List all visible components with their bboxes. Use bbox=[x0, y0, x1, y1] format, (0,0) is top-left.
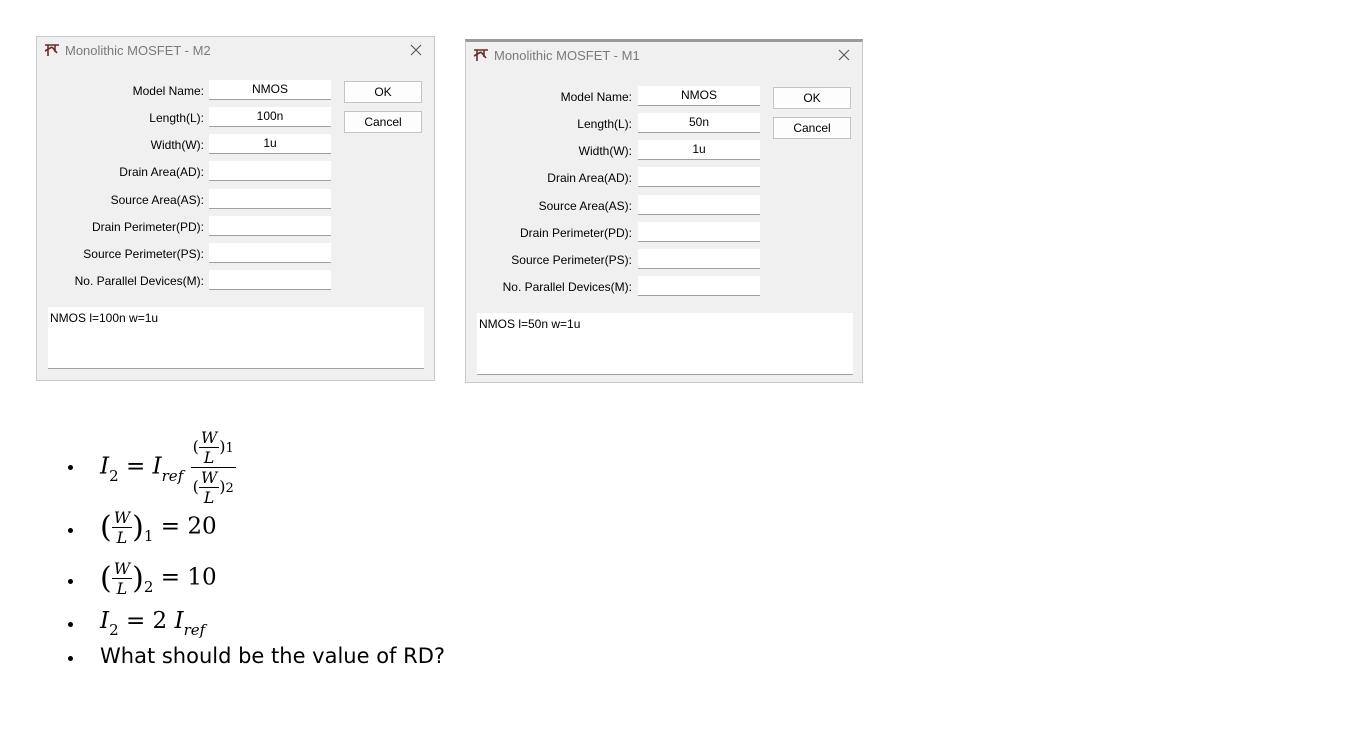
width-field[interactable]: 1u bbox=[638, 140, 760, 160]
label-source-area: Source Area(AS): bbox=[110, 193, 204, 207]
var-w: W bbox=[111, 508, 133, 528]
fraction: (W L)1 (W L)2 bbox=[190, 428, 236, 507]
close-icon[interactable] bbox=[836, 47, 852, 63]
model-name-field[interactable]: NMOS bbox=[638, 86, 760, 106]
equation-rhs: = 2 bbox=[125, 608, 168, 634]
var-w: W bbox=[111, 559, 133, 579]
paren: ) bbox=[132, 561, 144, 596]
var-i: I bbox=[152, 453, 162, 480]
drain-area-field[interactable] bbox=[638, 167, 760, 187]
parallel-devices-field[interactable] bbox=[209, 270, 331, 290]
subscript: ref bbox=[161, 466, 184, 485]
label-drain-perimeter: Drain Perimeter(PD): bbox=[519, 226, 632, 240]
bullet bbox=[68, 622, 73, 627]
subscript: 1 bbox=[225, 441, 234, 456]
label-drain-perimeter: Drain Perimeter(PD): bbox=[91, 220, 204, 234]
label-width: Width(W): bbox=[150, 138, 204, 152]
fraction-numerator: (W L)1 bbox=[190, 428, 236, 468]
cancel-button[interactable]: Cancel bbox=[344, 111, 422, 133]
dialog-mosfet-m2: Monolithic MOSFET - M2 Model Name: NMOS … bbox=[36, 36, 435, 381]
width-field[interactable]: 1u bbox=[209, 134, 331, 154]
dialog-title: Monolithic MOSFET - M1 bbox=[494, 48, 640, 63]
var-i: I bbox=[174, 608, 184, 634]
source-area-field[interactable] bbox=[209, 189, 331, 209]
label-length: Length(L): bbox=[149, 111, 204, 125]
bullet bbox=[68, 656, 73, 661]
equation-wl2: (W L)2 = 10 bbox=[100, 559, 217, 598]
bullet bbox=[68, 579, 73, 584]
titlebar: Monolithic MOSFET - M2 bbox=[37, 37, 434, 65]
var-i: I bbox=[100, 608, 110, 634]
var-w: W bbox=[198, 428, 220, 448]
titlebar: Monolithic MOSFET - M1 bbox=[466, 42, 862, 70]
subscript: 2 bbox=[109, 466, 119, 485]
label-drain-area: Drain Area(AD): bbox=[119, 165, 204, 179]
label-drain-area: Drain Area(AD): bbox=[547, 171, 632, 185]
label-parallel-devices: No. Parallel Devices(M): bbox=[74, 274, 204, 288]
drain-perimeter-field[interactable] bbox=[638, 222, 760, 242]
label-source-perimeter: Source Perimeter(PS): bbox=[83, 247, 204, 261]
label-length: Length(L): bbox=[577, 117, 632, 131]
question-text: What should be the value of RD? bbox=[100, 644, 446, 668]
dialog-mosfet-m1: Monolithic MOSFET - M1 Model Name: NMOS … bbox=[465, 39, 863, 383]
ok-button[interactable]: OK bbox=[344, 81, 422, 103]
cancel-button[interactable]: Cancel bbox=[773, 117, 851, 139]
equation-rhs: = 10 bbox=[160, 564, 217, 591]
bullet bbox=[68, 465, 73, 470]
bullet bbox=[68, 528, 73, 533]
length-field[interactable]: 100n bbox=[209, 107, 331, 127]
drain-area-field[interactable] bbox=[209, 161, 331, 181]
inner-fraction: WL bbox=[198, 428, 220, 467]
subscript: 2 bbox=[109, 621, 119, 639]
var-l: L bbox=[203, 488, 215, 507]
drain-perimeter-field[interactable] bbox=[209, 216, 331, 236]
spice-line-textarea[interactable]: NMOS l=50n w=1u bbox=[477, 313, 853, 375]
close-icon[interactable] bbox=[408, 42, 424, 58]
dialog-title: Monolithic MOSFET - M2 bbox=[65, 43, 211, 58]
subscript: 2 bbox=[143, 577, 154, 596]
spice-line-textarea[interactable]: NMOS l=100n w=1u bbox=[48, 307, 424, 369]
label-source-area: Source Area(AS): bbox=[538, 199, 632, 213]
paren: ( bbox=[100, 510, 112, 545]
label-parallel-devices: No. Parallel Devices(M): bbox=[502, 280, 632, 294]
source-perimeter-field[interactable] bbox=[638, 249, 760, 269]
equation-current-mirror: I2 = Iref (W L)1 (W L)2 bbox=[100, 428, 236, 507]
label-model-name: Model Name: bbox=[560, 90, 632, 104]
model-name-field[interactable]: NMOS bbox=[209, 80, 331, 100]
equation-rhs: = 20 bbox=[160, 513, 217, 540]
label-model-name: Model Name: bbox=[132, 84, 204, 98]
fraction-denominator: (W L)2 bbox=[192, 468, 234, 507]
ok-button[interactable]: OK bbox=[773, 87, 851, 109]
paren: ) bbox=[132, 510, 144, 545]
equation-wl1: (W L)1 = 20 bbox=[100, 508, 217, 547]
var-l: L bbox=[116, 528, 128, 547]
var-l: L bbox=[203, 448, 215, 467]
var-i: I bbox=[100, 453, 110, 480]
app-icon bbox=[44, 44, 59, 56]
subscript: 1 bbox=[143, 526, 154, 545]
fraction: WL bbox=[111, 508, 133, 547]
equals-sign: = bbox=[125, 453, 146, 480]
label-source-perimeter: Source Perimeter(PS): bbox=[511, 253, 632, 267]
label-width: Width(W): bbox=[578, 144, 632, 158]
app-icon bbox=[473, 49, 488, 61]
equation-i2: I2 = 2 Iref bbox=[100, 608, 205, 639]
source-perimeter-field[interactable] bbox=[209, 243, 331, 263]
length-field[interactable]: 50n bbox=[638, 113, 760, 133]
fraction: WL bbox=[111, 559, 133, 598]
var-l: L bbox=[116, 579, 128, 598]
subscript: 2 bbox=[225, 481, 234, 496]
subscript: ref bbox=[183, 621, 206, 639]
source-area-field[interactable] bbox=[638, 195, 760, 215]
inner-fraction: WL bbox=[198, 468, 220, 507]
var-w: W bbox=[198, 468, 220, 488]
paren: ( bbox=[100, 561, 112, 596]
parallel-devices-field[interactable] bbox=[638, 276, 760, 296]
